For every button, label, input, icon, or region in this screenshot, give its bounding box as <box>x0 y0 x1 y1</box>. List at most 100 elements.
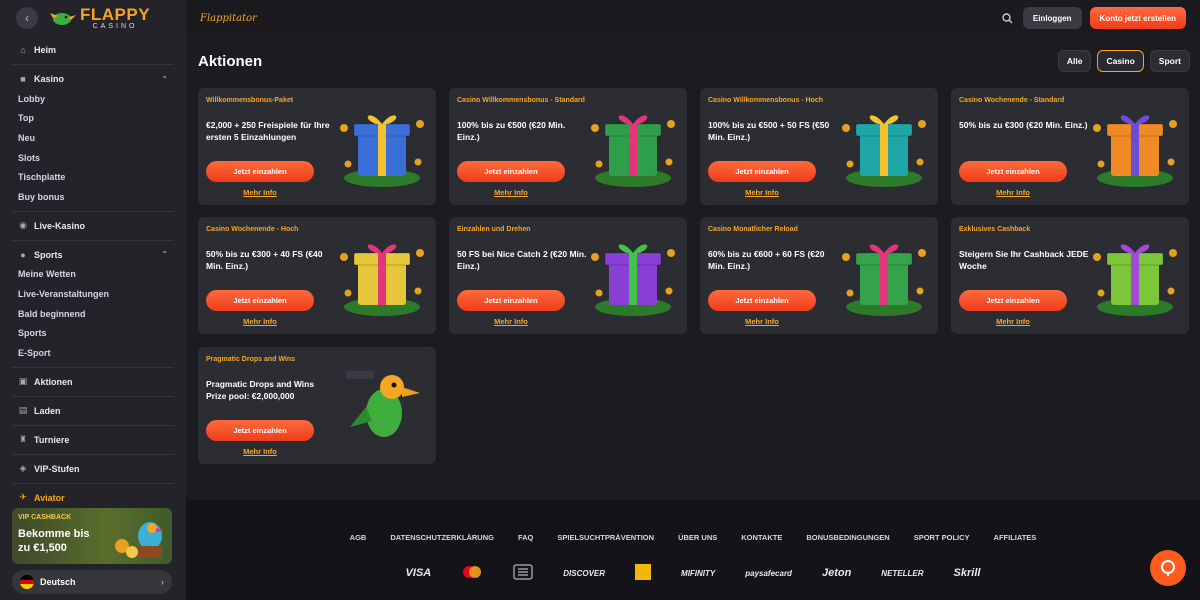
promotion-title: Casino Wochenende - Hoch <box>206 226 299 233</box>
sidebar-item-my-bets[interactable]: Meine Wetten <box>0 265 186 285</box>
promotion-card[interactable]: Willkommensbonus-Paket €2,000 + 250 Freis… <box>198 88 436 205</box>
deposit-now-button[interactable]: Jetzt einzahlen <box>708 290 816 311</box>
deposit-now-button[interactable]: Jetzt einzahlen <box>457 161 565 182</box>
vip-banner-line1: Bekomme bis <box>18 528 90 540</box>
header-actions: Einloggen Konto jetzt erstellen <box>1001 7 1186 29</box>
more-info-link[interactable]: Mehr Info <box>708 317 816 326</box>
more-info-link[interactable]: Mehr Info <box>708 188 816 197</box>
sidebar-item-shop[interactable]: ▤ Laden <box>0 401 186 421</box>
filter-all[interactable]: Alle <box>1057 50 1092 72</box>
promotion-card[interactable]: Casino Monatlicher Reload 60% bis zu €600… <box>700 217 938 334</box>
promotion-description: 100% bis zu €500 (€20 Min. Einz.) <box>457 120 566 143</box>
flappy-casino-logo[interactable]: FLAPPY CASINO <box>50 6 150 30</box>
footer-link-about[interactable]: ÜBER UNS <box>678 533 717 542</box>
sidebar-item-sports[interactable]: ● Sports ⌃ <box>0 245 186 265</box>
deposit-now-button[interactable]: Jetzt einzahlen <box>457 290 565 311</box>
sidebar-item-sports-sub[interactable]: Sports <box>0 323 186 343</box>
deposit-now-button[interactable]: Jetzt einzahlen <box>708 161 816 182</box>
divider <box>12 453 174 455</box>
more-info-link[interactable]: Mehr Info <box>206 188 314 197</box>
promotion-card[interactable]: Exklusives Cashback Steigern Sie Ihr Cash… <box>951 217 1189 334</box>
sidebar-item-tournaments[interactable]: ♜ Turniere <box>0 430 186 450</box>
sidebar-item-live-events[interactable]: Live-Veranstaltungen <box>0 284 186 304</box>
language-selector[interactable]: Deutsch › <box>12 570 172 594</box>
sidebar: ‹ FLAPPY CASINO ⌂ Heim ■ Kasino ⌃ Lobby <box>0 0 186 600</box>
gift-box-illustration <box>842 115 926 187</box>
promotion-card[interactable]: Casino Wochenende - Standard 50% bis zu €… <box>951 88 1189 205</box>
more-info-link[interactable]: Mehr Info <box>206 317 314 326</box>
login-button[interactable]: Einloggen <box>1022 7 1082 29</box>
payment-methods: VISA DISCOVER MIFINITY paysafecard Jeton… <box>186 564 1200 582</box>
sidebar-item-casino[interactable]: ■ Kasino ⌃ <box>0 69 186 89</box>
sidebar-item-live-casino[interactable]: ◉ Live-Kasino <box>0 216 186 236</box>
more-info-link[interactable]: Mehr Info <box>457 188 565 197</box>
footer-link-privacy[interactable]: DATENSCHUTZERKLÄRUNG <box>390 533 494 542</box>
sidebar-item-table[interactable]: Tischplatte <box>0 167 186 187</box>
footer-link-responsible-gaming[interactable]: SPIELSUCHTPRÄVENTION <box>557 533 654 542</box>
chevron-up-icon: ⌃ <box>161 250 168 260</box>
promotion-card[interactable]: Casino Wochenende - Hoch 50% bis zu €300 … <box>198 217 436 334</box>
promotion-card[interactable]: Pragmatic Drops and Wins Pragmatic Drops … <box>198 347 436 464</box>
collapse-sidebar-button[interactable]: ‹ <box>16 7 38 29</box>
gift-box-illustration <box>842 244 926 316</box>
deposit-now-button[interactable]: Jetzt einzahlen <box>206 290 314 311</box>
sidebar-item-label: Aktionen <box>34 376 73 387</box>
logo-sub-text: CASINO <box>92 23 138 30</box>
promotion-title: Casino Willkommensbonus - Standard <box>457 97 585 104</box>
promotion-title: Casino Wochenende - Standard <box>959 97 1065 104</box>
promotions-page: Aktionen Alle Casino Sport Willkommensbo… <box>186 36 1200 500</box>
chevron-up-icon: ⌃ <box>161 74 168 84</box>
sidebar-item-slots[interactable]: Slots <box>0 148 186 168</box>
sidebar-top: ‹ FLAPPY CASINO <box>0 0 186 36</box>
more-info-link[interactable]: Mehr Info <box>206 447 314 456</box>
promotion-card[interactable]: Einzahlen und Drehen 50 FS bei Nice Catch… <box>449 217 687 334</box>
sidebar-nav: ⌂ Heim ■ Kasino ⌃ Lobby Top Neu Slots Ti… <box>0 36 186 508</box>
sidebar-item-promotions[interactable]: ▣ Aktionen <box>0 372 186 392</box>
sidebar-item-new[interactable]: Neu <box>0 128 186 148</box>
footer-link-sport-policy[interactable]: SPORT POLICY <box>914 533 970 542</box>
vip-icon: ◈ <box>19 463 27 474</box>
deposit-now-button[interactable]: Jetzt einzahlen <box>206 420 314 441</box>
footer-link-affiliates[interactable]: AFFILIATES <box>994 533 1037 542</box>
sidebar-item-aviator[interactable]: ✈ Aviator <box>0 488 186 508</box>
promotion-title: Exklusives Cashback <box>959 226 1031 233</box>
sidebar-item-buy-bonus[interactable]: Buy bonus <box>0 187 186 207</box>
vip-banner-tag: VIP CASHBACK <box>18 514 72 521</box>
footer-link-bonus-terms[interactable]: BONUSBEDINGUNGEN <box>806 533 889 542</box>
filter-casino[interactable]: Casino <box>1097 50 1144 72</box>
more-info-link[interactable]: Mehr Info <box>959 317 1067 326</box>
ball-icon: ● <box>20 249 26 260</box>
sidebar-item-lobby[interactable]: Lobby <box>0 89 186 109</box>
sidebar-item-top[interactable]: Top <box>0 109 186 129</box>
more-info-link[interactable]: Mehr Info <box>959 188 1067 197</box>
vip-banner-text: Bekomme bis zu €1,500 <box>18 528 90 556</box>
sidebar-item-vip[interactable]: ◈ VIP-Stufen <box>0 459 186 479</box>
footer-link-faq[interactable]: FAQ <box>518 533 533 542</box>
vip-cashback-banner[interactable]: VIP CASHBACK Bekomme bis zu €1,500 <box>12 508 172 564</box>
register-button[interactable]: Konto jetzt erstellen <box>1089 7 1186 29</box>
promotion-description: €2,000 + 250 Freispiele für Ihre ersten … <box>206 120 330 143</box>
more-info-link[interactable]: Mehr Info <box>457 317 565 326</box>
mastercard-logo <box>461 565 483 581</box>
promotion-card[interactable]: Casino Willkommensbonus - Hoch 100% bis z… <box>700 88 938 205</box>
promotion-card[interactable]: Casino Willkommensbonus - Standard 100% b… <box>449 88 687 205</box>
sidebar-item-esport[interactable]: E-Sport <box>0 343 186 363</box>
divider <box>12 395 174 397</box>
deposit-now-button[interactable]: Jetzt einzahlen <box>959 290 1067 311</box>
flappitator-brand[interactable]: Flappitator <box>200 13 257 24</box>
footer-link-contacts[interactable]: KONTAKTE <box>741 533 782 542</box>
language-label: Deutsch <box>40 577 76 587</box>
sidebar-item-label: Sports <box>34 249 63 260</box>
filter-sport[interactable]: Sport <box>1149 50 1190 72</box>
deposit-now-button[interactable]: Jetzt einzahlen <box>206 161 314 182</box>
search-icon[interactable] <box>1001 11 1015 25</box>
deposit-now-button[interactable]: Jetzt einzahlen <box>959 161 1067 182</box>
live-chat-button[interactable] <box>1150 550 1186 586</box>
page-title: Aktionen <box>198 53 263 70</box>
promotion-description: 50% bis zu €300 + 40 FS (€40 Min. Einz.) <box>206 249 323 272</box>
promotion-title: Willkommensbonus-Paket <box>206 97 294 104</box>
footer-link-agb[interactable]: AGB <box>350 533 367 542</box>
sidebar-item-home[interactable]: ⌂ Heim <box>0 40 186 60</box>
sidebar-item-starting-soon[interactable]: Bald beginnend <box>0 304 186 324</box>
discover-logo: DISCOVER <box>563 568 606 578</box>
